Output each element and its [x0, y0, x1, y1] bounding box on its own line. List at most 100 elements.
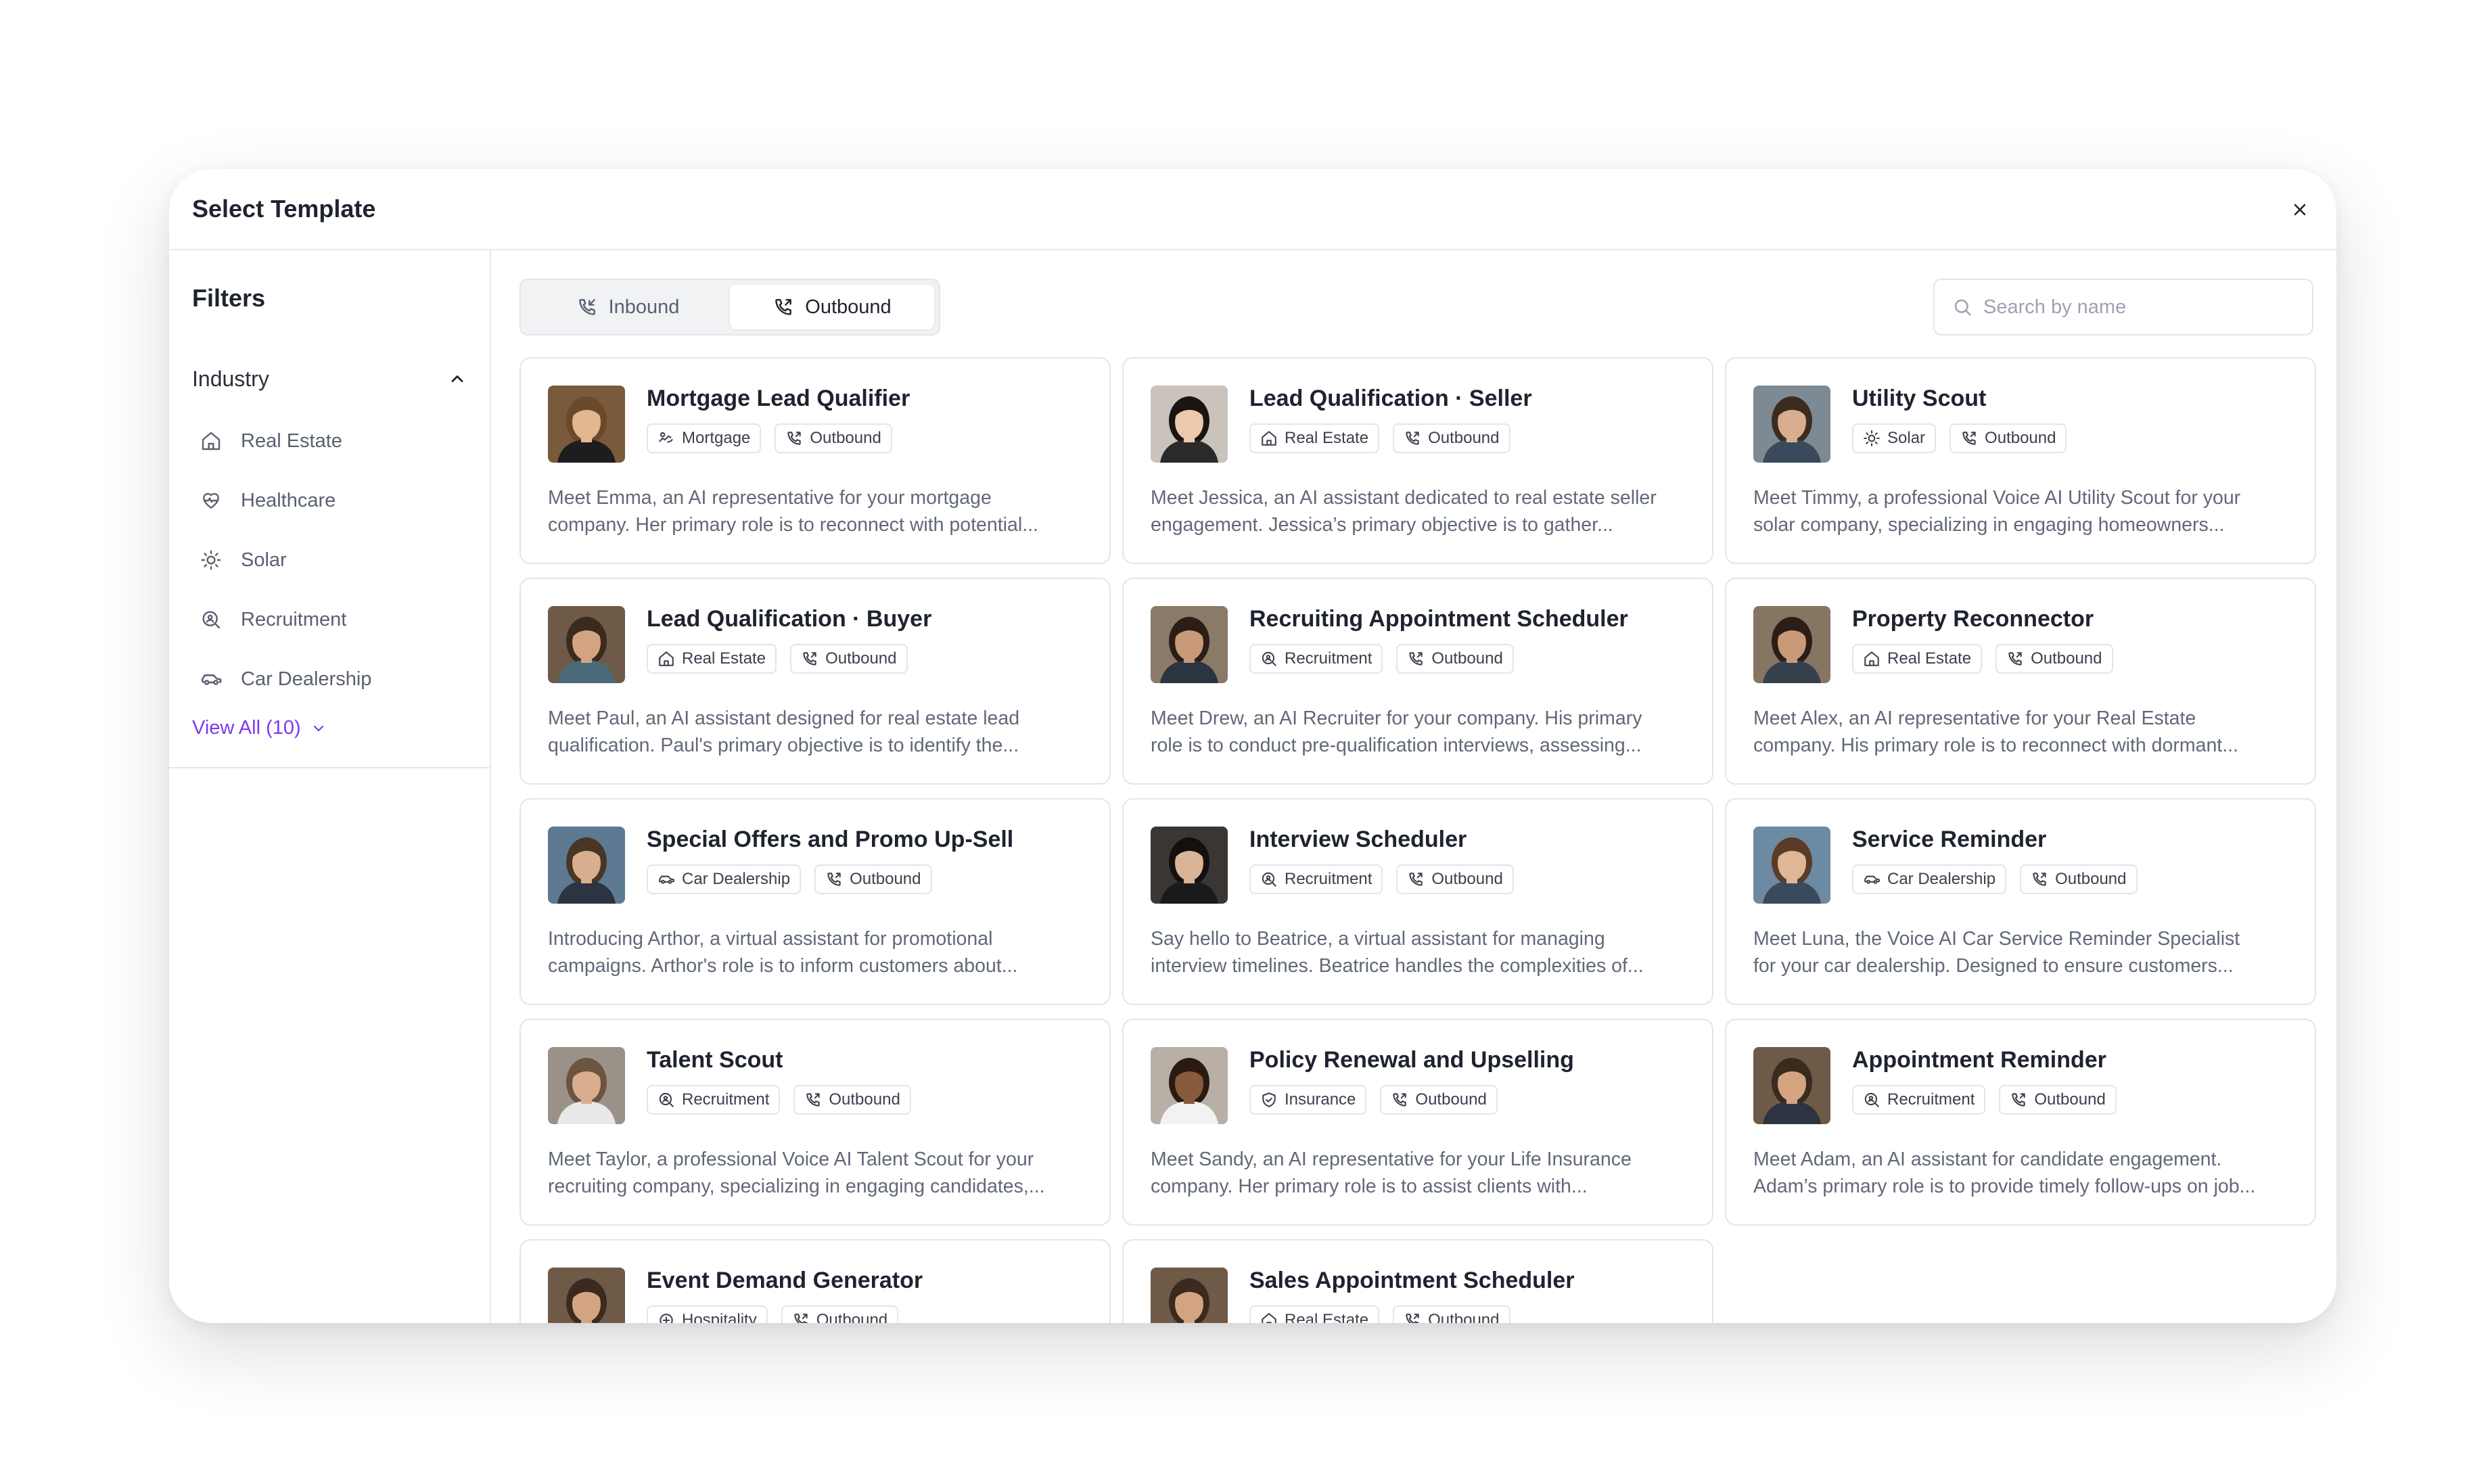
close-button[interactable] [2286, 196, 2313, 223]
direction-tag-label: Outbound [1431, 649, 1503, 668]
template-card[interactable]: Appointment Reminder Recruitment Outboun… [1725, 1019, 2316, 1226]
card-title: Lead Qualification · Seller [1249, 386, 1532, 411]
industry-list: Real Estate Healthcare Solar Recruitment… [199, 426, 371, 694]
chevron-down-icon [313, 725, 323, 731]
template-card[interactable]: Utility Scout Solar Outbound Meet Timmy,… [1725, 357, 2316, 564]
card-tags: Mortgage Outbound [647, 423, 906, 453]
industry-item-solar[interactable]: Solar [199, 545, 371, 575]
card-description-line: company. Her primary role is to reconnec… [548, 514, 1038, 536]
direction-tag-label: Outbound [2055, 870, 2127, 888]
card-tags: Recruitment Outbound [647, 1085, 925, 1115]
card-description: Meet Emma, an AI representative for your… [548, 484, 1082, 538]
direction-tag-label: Outbound [810, 429, 881, 447]
card-description-line: Say hello to Beatrice, a virtual assista… [1151, 928, 1605, 950]
direction-tag: Outbound [814, 864, 932, 894]
tab-outbound-label: Outbound [805, 296, 892, 318]
phone-outgoing-icon [803, 652, 816, 666]
agent-avatar [1151, 606, 1228, 683]
agent-avatar [1151, 1047, 1228, 1124]
phone-incoming-icon [578, 299, 595, 315]
card-description-line: Meet Timmy, a professional Voice AI Util… [1753, 487, 2241, 509]
industry-item-recruitment[interactable]: Recruitment [199, 605, 371, 634]
template-card[interactable]: Policy Renewal and Upselling Insurance O… [1122, 1019, 1713, 1226]
home-icon [659, 651, 674, 666]
tab-inbound-label: Inbound [608, 296, 680, 318]
industry-tag: Recruitment [1852, 1085, 1986, 1115]
industry-tag: Real Estate [647, 644, 777, 674]
modal-title: Select Template [192, 195, 376, 223]
template-card[interactable]: Lead Qualification · Seller Real Estate … [1122, 357, 1713, 564]
card-title: Service Reminder [1852, 827, 2047, 852]
direction-tag: Outbound [793, 1085, 911, 1115]
card-title: Utility Scout [1852, 386, 1987, 411]
template-card[interactable]: Sales Appointment Scheduler Real Estate … [1122, 1239, 1713, 1323]
industry-item-car-dealership[interactable]: Car Dealership [199, 664, 371, 694]
card-description-line: campaigns. Arthor's role is to inform cu… [548, 955, 1018, 977]
industry-tag: Recruitment [1249, 644, 1383, 674]
card-description: Meet Timmy, a professional Voice AI Util… [1753, 484, 2288, 538]
card-title: Appointment Reminder [1852, 1047, 2106, 1073]
industry-tag: Hospitality [647, 1305, 768, 1323]
template-card[interactable]: Lead Qualification · Buyer Real Estate O… [520, 578, 1111, 785]
template-card[interactable]: Interview Scheduler Recruitment Outbound… [1122, 798, 1713, 1005]
phone-outgoing-icon [2012, 1093, 2026, 1107]
template-card[interactable]: Service Reminder Car Dealership Outbound… [1725, 798, 2316, 1005]
card-description-line: Meet Paul, an AI assistant designed for … [548, 708, 1020, 729]
template-card[interactable]: Talent Scout Recruitment Outbound Meet T… [520, 1019, 1111, 1226]
template-card[interactable]: Mortgage Lead Qualifier Mortgage Outboun… [520, 357, 1111, 564]
tab-inbound[interactable]: Inbound [526, 285, 730, 329]
card-description-line: role is to conduct pre-qualification int… [1151, 735, 1642, 756]
agent-avatar [1753, 386, 1830, 463]
direction-tag: Outbound [1999, 1085, 2117, 1115]
agent-avatar [548, 606, 625, 683]
shield-check-icon [1262, 1092, 1276, 1107]
direction-tag-label: Outbound [2034, 1090, 2106, 1109]
direction-tag: Outbound [1949, 423, 2067, 453]
card-description: Meet Luna, the Voice AI Car Service Remi… [1753, 925, 2288, 979]
card-tags: Real Estate Outbound [647, 644, 921, 674]
industry-tag-label: Recruitment [1285, 870, 1372, 888]
car-icon [1864, 875, 1880, 884]
card-title: Sales Appointment Scheduler [1249, 1268, 1575, 1293]
industry-tag: Mortgage [647, 423, 762, 453]
card-description-line: Meet Sandy, an AI representative for you… [1151, 1149, 1632, 1170]
industry-item-label: Healthcare [241, 489, 336, 511]
industry-item-real-estate[interactable]: Real Estate [199, 426, 371, 456]
search-person-icon [1262, 872, 1276, 887]
card-title: Policy Renewal and Upselling [1249, 1047, 1574, 1073]
direction-tag: Outbound [1393, 1305, 1510, 1323]
phone-outgoing-icon [1393, 1093, 1407, 1107]
agent-avatar [1151, 386, 1228, 463]
direction-tag-label: Outbound [850, 870, 921, 888]
template-main: Inbound Outbound Mortgage Lead Qualifier [491, 250, 2336, 1323]
template-card[interactable]: Event Demand Generator Hospitality Outbo… [520, 1239, 1111, 1323]
card-title: Interview Scheduler [1249, 827, 1467, 852]
tab-outbound[interactable]: Outbound [730, 285, 934, 329]
industry-filter-toggle[interactable]: Industry [192, 364, 467, 394]
industry-tag-label: Real Estate [682, 649, 766, 668]
phone-outgoing-icon [794, 1314, 808, 1323]
filters-sidebar: Filters Industry Real Estate Healthcare … [169, 250, 491, 1323]
search-icon [1954, 299, 1971, 316]
template-card[interactable]: Special Offers and Promo Up-Sell Car Dea… [520, 798, 1111, 1005]
view-all-industries-link[interactable]: View All (10) [192, 717, 327, 739]
industry-tag-label: Solar [1887, 429, 1926, 447]
industry-tag-label: Real Estate [1887, 649, 1972, 668]
industry-item-healthcare[interactable]: Healthcare [199, 486, 371, 515]
search-input[interactable] [1983, 296, 2294, 319]
card-description: Introducing Arthor, a virtual assistant … [548, 925, 1082, 979]
direction-toggle: Inbound Outbound [520, 279, 940, 335]
card-tags: Recruitment Outbound [1249, 644, 1527, 674]
direction-tag-label: Outbound [2031, 649, 2102, 668]
template-card[interactable]: Recruiting Appointment Scheduler Recruit… [1122, 578, 1713, 785]
card-description-line: Meet Adam, an AI assistant for candidate… [1753, 1149, 2222, 1170]
card-description-line: Meet Jessica, an AI assistant dedicated … [1151, 487, 1657, 509]
industry-tag: Real Estate [1852, 644, 1983, 674]
phone-outgoing-icon [827, 873, 841, 886]
agent-avatar [1151, 1268, 1228, 1323]
home-icon [1262, 431, 1276, 446]
card-tags: Car Dealership Outbound [1852, 864, 2151, 894]
direction-tag-label: Outbound [1415, 1090, 1487, 1109]
template-card[interactable]: Property Reconnector Real Estate Outboun… [1725, 578, 2316, 785]
industry-tag-label: Car Dealership [682, 870, 791, 888]
